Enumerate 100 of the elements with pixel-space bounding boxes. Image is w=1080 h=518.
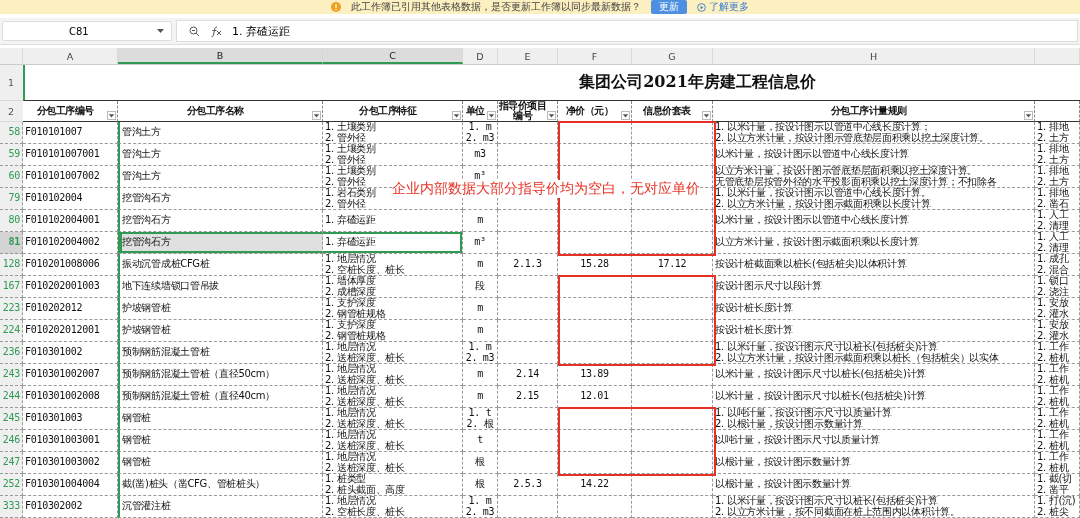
table-cell: 2.14	[498, 364, 558, 386]
header-cell: 净价（元）	[565, 106, 614, 116]
table-cell: 以米计量，按设计图示尺寸以桩长(包括桩尖)计算	[713, 386, 1035, 408]
table-cell: 1. 打(沉) 2. 桩尖	[1035, 496, 1080, 518]
table-cell: 1. 弃碴运距	[323, 232, 463, 254]
table-cell: 1. 排地 2. 土方	[1035, 166, 1080, 188]
table-cell: 地下连续墙锁口管吊拔	[118, 276, 323, 298]
row-number[interactable]: 2	[0, 101, 23, 122]
row-number[interactable]: 167	[0, 276, 23, 298]
table-cell: 1. 锁口 2. 浇注	[1035, 276, 1080, 298]
table-cell: 2.15	[498, 386, 558, 408]
row-number[interactable]: 79	[0, 188, 23, 210]
table-cell: 1. 工作 2. 桩机	[1035, 364, 1080, 386]
table-cell: 1. 桩类型 2. 桩头截面、高度	[323, 474, 463, 496]
row-number[interactable]: 59	[0, 144, 23, 166]
table-cell: 1. 排地 2. 土方	[1035, 144, 1080, 166]
table-cell: 1. 排地 2. 凿石	[1035, 188, 1080, 210]
header-cell: 单位	[465, 106, 485, 116]
table-cell: F010302002	[23, 496, 118, 518]
header-cell: 分包工序编号	[36, 106, 94, 116]
table-cell: 1. 弃碴运距	[323, 210, 463, 232]
column-header[interactable]: H	[713, 48, 1035, 64]
row-number[interactable]: 60	[0, 166, 23, 188]
row-number[interactable]: 243	[0, 364, 23, 386]
table-cell: F010201008006	[23, 254, 118, 276]
table-cell: 1. 地层情况 2. 送桩深度、桩长	[323, 386, 463, 408]
table-cell: 以米计量，按设计图示以管道中心线长度计算	[713, 210, 1035, 232]
table-cell: 12.01	[558, 386, 632, 408]
row-number[interactable]: 333	[0, 496, 23, 518]
column-header[interactable]: D	[463, 48, 498, 64]
table-cell: 1. 土壤类别 2. 管外径	[323, 122, 463, 144]
row-number[interactable]: 223	[0, 298, 23, 320]
table-cell: 预制钢筋混凝土管桩（直径40cm）	[118, 386, 323, 408]
sheet-title: 集团公司2021年房建工程信息价	[23, 65, 1080, 101]
table-cell: m3	[463, 144, 498, 166]
table-cell: 1. 地层情况 2. 空桩长度、桩长	[323, 496, 463, 518]
table-cell: 管沟土方	[118, 166, 323, 188]
table-cell: 1. 人工 2. 清理	[1035, 210, 1080, 232]
row-number[interactable]: 247	[0, 452, 23, 474]
table-cell: m	[463, 254, 498, 276]
row-number[interactable]: 58	[0, 122, 23, 144]
header-cell: 分包工序特征	[359, 106, 416, 116]
table-cell: F010301004004	[23, 474, 118, 496]
table-cell: F010301002008	[23, 386, 118, 408]
table-cell: 1. 人工 2. 清理	[1035, 232, 1080, 254]
table-cell: 预制钢筋混凝土管桩	[118, 342, 323, 364]
annotation-text: 企业内部数据大部分指导价均为空白，无对应单价	[392, 180, 700, 198]
table-cell: 1. 以米计量，按设计图示尺寸以桩长(包括桩尖)计算 2. 以立方米计量，按不同截面在桩上范围内以体积计算。	[713, 496, 1035, 518]
table-cell: 15.28	[558, 254, 632, 276]
column-header[interactable]: E	[498, 48, 558, 64]
table-cell: 管沟土方	[118, 144, 323, 166]
table-cell: m	[463, 320, 498, 342]
table-cell: F010101007002	[23, 166, 118, 188]
table-cell: m	[463, 298, 498, 320]
table-cell: F010101007	[23, 122, 118, 144]
table-cell: 沉管灌注桩	[118, 496, 323, 518]
table-cell: 1. 以米计量，按设计图示以管道中心线长度计算。 2. 以立方米计量，按设计图示截面积乘以长度计算	[713, 188, 1035, 210]
table-cell: 1. 以米计量，按设计图示以管道中心线长度计算； 2. 以立方米计量，按设计图示管底垫层面积乘以挖土深度计算。	[713, 122, 1035, 144]
table-cell: 1. m 2. m3	[463, 122, 498, 144]
column-header[interactable]: F	[558, 48, 632, 64]
formula-field[interactable]: 1. 弃碴运距	[176, 20, 1078, 42]
table-cell: 1. 地层情况 2. 送桩深度、桩长	[323, 364, 463, 386]
row-number[interactable]: 80	[0, 210, 23, 232]
row-number[interactable]: 246	[0, 430, 23, 452]
table-cell: 钢管桩	[118, 452, 323, 474]
name-box[interactable]: C81	[2, 21, 172, 41]
column-header[interactable]: G	[632, 48, 713, 64]
table-cell: 以立方米计量，按设计图示截面积乘以长度计算	[713, 232, 1035, 254]
table-cell: 按设计桩截面乘以桩长(包括桩尖)以体积计算	[713, 254, 1035, 276]
table-cell: 截(凿)桩头（凿CFG、管桩桩头）	[118, 474, 323, 496]
row-number[interactable]: 81	[0, 232, 23, 254]
row-number[interactable]: 128	[0, 254, 23, 276]
row-number[interactable]: 224	[0, 320, 23, 342]
column-header[interactable]: C	[323, 48, 463, 64]
column-header[interactable]: B	[118, 48, 323, 64]
row-number[interactable]: 252	[0, 474, 23, 496]
table-cell: 按设计桩长度计算	[713, 298, 1035, 320]
table-cell: 1. 工作 2. 桩机	[1035, 408, 1080, 430]
table-cell: 管沟土方	[118, 122, 323, 144]
table-cell: 根	[463, 452, 498, 474]
row-number[interactable]: 245	[0, 408, 23, 430]
table-cell: 以根计量，按设计图示数量计算	[713, 474, 1035, 496]
header-cell: 指导价项目编号	[498, 101, 547, 121]
table-cell: 1. 工作 2. 桩机	[1035, 342, 1080, 364]
learn-more-link[interactable]: 了解更多	[709, 0, 749, 14]
row-number[interactable]: 1	[0, 65, 23, 101]
table-cell: 护坡钢管桩	[118, 298, 323, 320]
table-cell: F010202012001	[23, 320, 118, 342]
table-cell: 13.89	[558, 364, 632, 386]
row-number[interactable]: 244	[0, 386, 23, 408]
table-cell: F010102004001	[23, 210, 118, 232]
table-cell: 1. 土壤类别 2. 管外径	[323, 144, 463, 166]
table-cell: 1. 以米计量，按设计图示尺寸以桩长(包括桩尖)计算 2. 以立方米计量，按设计图示截面积乘以桩长（包括桩尖）以实体	[713, 342, 1035, 364]
table-cell: 1. 工作 2. 桩机	[1035, 452, 1080, 474]
table-cell: F010102004	[23, 188, 118, 210]
table-cell: 1. 排地 2. 土方	[1035, 122, 1080, 144]
table-cell: F010301003	[23, 408, 118, 430]
update-button[interactable]: 更新	[651, 0, 687, 14]
row-number[interactable]: 236	[0, 342, 23, 364]
table-cell: m	[463, 386, 498, 408]
